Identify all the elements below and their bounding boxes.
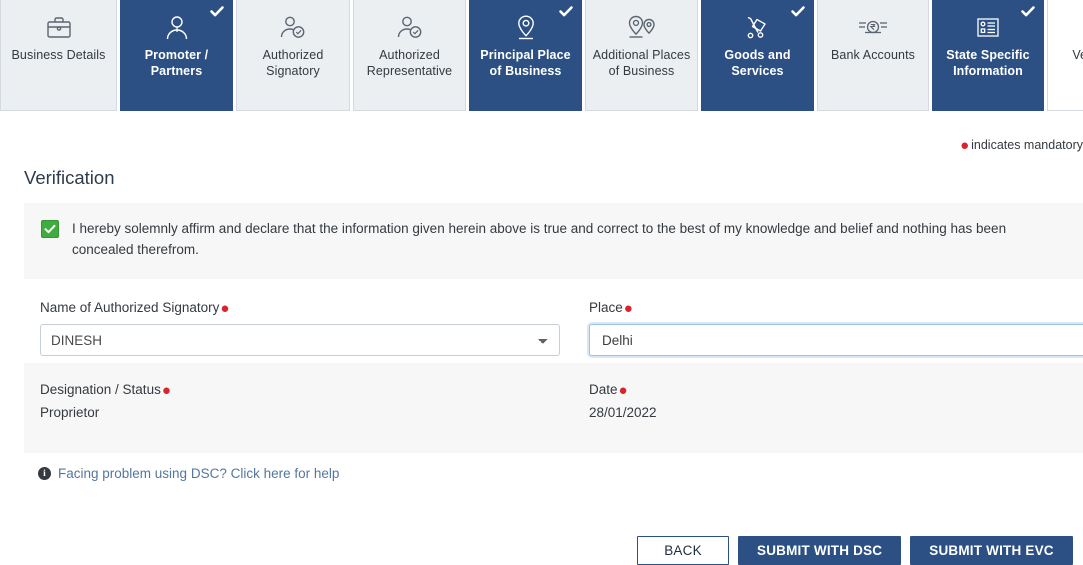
tab-completed-check-icon: [558, 3, 574, 19]
declaration-panel: I hereby solemnly affirm and declare tha…: [24, 203, 1083, 279]
map-pin-icon: [513, 11, 539, 45]
mandatory-note-text: indicates mandatory: [971, 138, 1083, 152]
dsc-help-link[interactable]: Facing problem using DSC? Click here for…: [58, 466, 339, 481]
field-place: Place●: [589, 300, 1083, 356]
tab-completed-check-icon: [209, 3, 225, 19]
registration-step-tabs: Business Details Promoter / Partners Aut…: [0, 0, 1083, 113]
tab-label: Business Details: [5, 48, 111, 64]
hand-truck-icon: [742, 11, 774, 45]
signatory-label: Name of Authorized Signatory●: [40, 300, 560, 315]
tab-authorized-signatory[interactable]: Authorized Signatory: [236, 0, 350, 111]
submit-with-evc-button[interactable]: SUBMIT WITH EVC: [910, 536, 1073, 565]
submit-with-dsc-button[interactable]: SUBMIT WITH DSC: [738, 536, 901, 565]
required-dot-icon: ●: [162, 382, 171, 399]
map-pins-icon: [625, 11, 659, 45]
tab-verification[interactable]: Verification: [1047, 0, 1083, 111]
info-icon: i: [38, 467, 51, 480]
place-label-text: Place: [589, 300, 623, 315]
tab-bank-accounts[interactable]: Bank Accounts: [817, 0, 929, 111]
required-dot-icon: ●: [220, 300, 229, 317]
tab-label: Principal Place of Business: [470, 48, 581, 79]
designation-value: Proprietor: [40, 405, 171, 420]
tab-promoter-partners[interactable]: Promoter / Partners: [120, 0, 233, 111]
declaration-text: I hereby solemnly affirm and declare tha…: [72, 218, 1069, 260]
footer-actions: BACK SUBMIT WITH DSC SUBMIT WITH EVC: [637, 536, 1082, 565]
signatory-select[interactable]: DINESH: [40, 324, 560, 356]
tab-principal-place-of-business[interactable]: Principal Place of Business: [469, 0, 582, 111]
briefcase-icon: [44, 11, 74, 45]
place-input[interactable]: [600, 332, 1083, 349]
verification-fields-row-1: Name of Authorized Signatory● DINESH Pla…: [0, 285, 1083, 363]
required-dot-icon: ●: [624, 300, 633, 317]
required-dot-icon: ●: [619, 382, 628, 399]
tab-label: Authorized Representative: [354, 48, 465, 79]
date-label-text: Date: [589, 382, 618, 397]
date-label: Date●: [589, 382, 657, 397]
tab-label: Promoter / Partners: [121, 48, 232, 79]
designation-label: Designation / Status●: [40, 382, 171, 397]
date-value: 28/01/2022: [589, 405, 657, 420]
designation-label-text: Designation / Status: [40, 382, 161, 397]
person-check-icon: [395, 11, 425, 45]
tab-state-specific-information[interactable]: State Specific Information: [932, 0, 1044, 111]
mandatory-fields-note: ●indicates mandatory: [960, 138, 1083, 152]
person-icon: [162, 11, 192, 45]
tab-completed-check-icon: [790, 3, 806, 19]
field-authorized-signatory: Name of Authorized Signatory● DINESH: [40, 300, 560, 356]
tab-label: Verification: [1066, 48, 1083, 64]
tab-authorized-representative[interactable]: Authorized Representative: [353, 0, 466, 111]
tab-label: Additional Places of Business: [586, 48, 697, 79]
check-icon: [43, 222, 57, 236]
place-input-wrapper[interactable]: [589, 324, 1083, 356]
field-date: Date● 28/01/2022: [589, 382, 657, 420]
signatory-label-text: Name of Authorized Signatory: [40, 300, 219, 315]
tab-label: Authorized Signatory: [237, 48, 349, 79]
page-title: Verification: [24, 167, 115, 189]
tab-completed-check-icon: [1020, 3, 1036, 19]
place-label: Place●: [589, 300, 1083, 315]
tab-label: Bank Accounts: [825, 48, 921, 64]
dsc-help-row: i Facing problem using DSC? Click here f…: [38, 466, 339, 481]
person-check-icon: [278, 11, 308, 45]
tab-label: Goods and Services: [702, 48, 813, 79]
tab-additional-places-of-business[interactable]: Additional Places of Business: [585, 0, 698, 111]
required-dot-icon: ●: [960, 137, 969, 154]
verification-fields-row-2: Designation / Status● Proprietor Date● 2…: [24, 363, 1083, 453]
rupee-coin-icon: [856, 11, 890, 45]
form-list-icon: [973, 11, 1003, 45]
tab-goods-and-services[interactable]: Goods and Services: [701, 0, 814, 111]
tab-business-details[interactable]: Business Details: [0, 0, 117, 111]
declaration-checkbox[interactable]: [41, 220, 59, 238]
back-button[interactable]: BACK: [637, 536, 729, 565]
tab-label: State Specific Information: [933, 48, 1043, 79]
field-designation-status: Designation / Status● Proprietor: [40, 382, 171, 420]
